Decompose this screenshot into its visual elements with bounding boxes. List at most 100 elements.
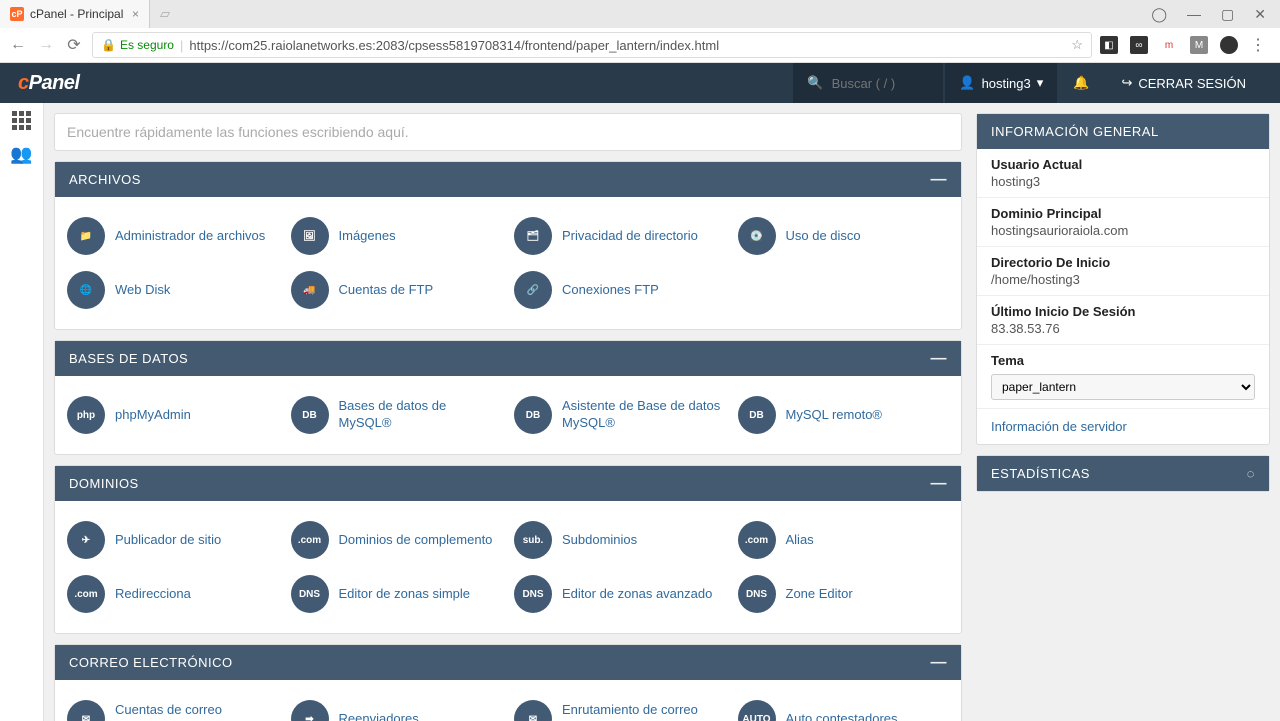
app-item-addon[interactable]: .comDominios de complemento xyxy=(285,513,509,567)
close-icon[interactable]: × xyxy=(132,7,139,21)
general-info-header: INFORMACIÓN GENERAL xyxy=(977,114,1269,149)
logout-label: CERRAR SESIÓN xyxy=(1138,76,1246,91)
app-item-emailacc[interactable]: ✉ Cuentas de correo electrónico xyxy=(61,692,285,721)
profile-icon[interactable]: ◯ xyxy=(1151,6,1167,23)
app-item-dnsadv[interactable]: DNSEditor de zonas avanzado xyxy=(508,567,732,621)
app-item-diskusage[interactable]: 💽Uso de disco xyxy=(732,209,956,263)
url-text: https://com25.raiolanetworks.es:2083/cps… xyxy=(189,38,719,53)
app-item-forwarders[interactable]: ➡Reenviadores xyxy=(285,692,509,721)
header-search-input[interactable] xyxy=(832,76,932,91)
app-item-images[interactable]: 🖼Imágenes xyxy=(285,209,509,263)
chrome-menu-icon[interactable]: ⋮ xyxy=(1250,35,1266,55)
close-window-icon[interactable]: ✕ xyxy=(1254,6,1266,23)
app-item-alias[interactable]: .comAlias xyxy=(732,513,956,567)
ext-icon-4[interactable]: M xyxy=(1190,36,1208,54)
forward-icon[interactable]: → xyxy=(36,36,56,54)
chevron-down-icon: ▾ xyxy=(1037,75,1044,91)
user-menu[interactable]: 👤 hosting3 ▾ xyxy=(945,63,1057,103)
app-item-zoneeditor[interactable]: DNSZone Editor xyxy=(732,567,956,621)
address-bar: ← → ⟳ 🔒 Es seguro | https://com25.raiola… xyxy=(0,28,1280,62)
main-column: Encuentre rápidamente las funciones escr… xyxy=(54,113,962,711)
quick-find-input[interactable]: Encuentre rápidamente las funciones escr… xyxy=(54,113,962,151)
app-item-label: MySQL remoto® xyxy=(786,407,883,424)
app-item-label: Web Disk xyxy=(115,282,170,299)
autoresp-icon: AUTO xyxy=(738,700,776,721)
browser-tab[interactable]: cP cPanel - Principal × xyxy=(0,0,150,28)
section-body: phpphpMyAdminDBBases de datos de MySQL®D… xyxy=(55,376,961,454)
stats-header[interactable]: ESTADÍSTICAS ◌ xyxy=(977,456,1269,491)
app-item-label: Enrutamiento de correo electrónico xyxy=(562,702,726,721)
app-item-filemanager[interactable]: 📁Administrador de archivos xyxy=(61,209,285,263)
info-row: Directorio De Inicio/home/hosting3 xyxy=(977,247,1269,296)
app-item-label: Editor de zonas avanzado xyxy=(562,586,712,603)
username-label: hosting3 xyxy=(982,76,1031,91)
star-icon[interactable]: ☆ xyxy=(1071,37,1083,53)
app-item-label: Editor de zonas simple xyxy=(339,586,471,603)
app-item-dirprivacy[interactable]: 🗂Privacidad de directorio xyxy=(508,209,732,263)
section-body: ✉ Cuentas de correo electrónico ➡Reenviado… xyxy=(55,680,961,721)
secure-lock-icon: 🔒 Es seguro xyxy=(101,38,174,52)
logout-button[interactable]: ↪ CERRAR SESIÓN xyxy=(1105,75,1262,91)
section-bases-de-datos: BASES DE DATOS— phpphpMyAdminDBBases de d… xyxy=(54,340,962,455)
notifications-icon[interactable]: 🔔 xyxy=(1057,75,1105,91)
app-item-label: Reenviadores xyxy=(339,711,419,721)
app-item-redirect[interactable]: .comRedirecciona xyxy=(61,567,285,621)
user-icon: 👤 xyxy=(959,75,975,91)
logout-icon: ↪ xyxy=(1121,75,1132,91)
new-tab-icon[interactable]: ▱ xyxy=(150,6,180,22)
cpanel-logo[interactable]: cPanel xyxy=(18,72,79,95)
app-item-autoresp[interactable]: AUTOAuto contestadores xyxy=(732,692,956,721)
collapse-icon[interactable]: — xyxy=(931,658,948,668)
back-icon[interactable]: ← xyxy=(8,36,28,54)
tab-title: cPanel - Principal xyxy=(30,7,123,21)
collapse-icon[interactable]: — xyxy=(931,479,948,489)
ext-icon-2[interactable]: ∞ xyxy=(1130,36,1148,54)
emailacc-icon: ✉ xyxy=(67,700,105,721)
extension-icons: ◧ ∞ m M ⋮ xyxy=(1100,35,1272,55)
reload-icon[interactable]: ⟳ xyxy=(64,35,84,55)
ext-icon-3[interactable]: m xyxy=(1160,36,1178,54)
browser-chrome: cP cPanel - Principal × ▱ ◯ — ▢ ✕ ← → ⟳ … xyxy=(0,0,1280,63)
app-item-phpmyadmin[interactable]: phpphpMyAdmin xyxy=(61,388,285,442)
app-item-label: Imágenes xyxy=(339,228,396,245)
info-row: Dominio Principalhostingsaurioraiola.com xyxy=(977,198,1269,247)
app-item-webdisk[interactable]: 🌐Web Disk xyxy=(61,263,285,317)
collapse-icon[interactable]: — xyxy=(931,175,948,185)
theme-select[interactable]: paper_lantern xyxy=(991,374,1255,400)
app-item-sitepub[interactable]: ✈Publicador de sitio xyxy=(61,513,285,567)
app-item-mysqlwiz[interactable]: DBAsistente de Base de datos MySQL® xyxy=(508,388,732,442)
section-archivos: ARCHIVOS— 📁Administrador de archivos🖼Imág… xyxy=(54,161,962,330)
app-item-subdomain[interactable]: sub.Subdominios xyxy=(508,513,732,567)
app-item-label: Alias xyxy=(786,532,814,549)
maximize-icon[interactable]: ▢ xyxy=(1221,6,1234,23)
app-item-ftpaccounts[interactable]: 🚚Cuentas de FTP xyxy=(285,263,509,317)
app-item-mysqldb[interactable]: DBBases de datos de MySQL® xyxy=(285,388,509,442)
info-value: 83.38.53.76 xyxy=(991,321,1255,336)
section-header[interactable]: BASES DE DATOS— xyxy=(55,341,961,376)
ext-icon-5[interactable] xyxy=(1220,36,1238,54)
app-item-label: Uso de disco xyxy=(786,228,861,245)
section-header[interactable]: DOMINIOS— xyxy=(55,466,961,501)
ftpaccounts-icon: 🚚 xyxy=(291,271,329,309)
theme-row: Tema paper_lantern xyxy=(977,345,1269,409)
server-info-link[interactable]: Información de servidor xyxy=(977,409,1269,444)
app-item-mysqlremote[interactable]: DBMySQL remoto® xyxy=(732,388,956,442)
ext-icon-1[interactable]: ◧ xyxy=(1100,36,1118,54)
app-item-label: Publicador de sitio xyxy=(115,532,221,549)
app-body: 👥 Encuentre rápidamente las funciones es… xyxy=(0,103,1280,721)
header-search[interactable]: 🔍 xyxy=(793,63,943,103)
grid-icon[interactable] xyxy=(12,111,31,130)
url-input[interactable]: 🔒 Es seguro | https://com25.raiolanetwor… xyxy=(92,32,1092,58)
app-item-routing[interactable]: ✉ Enrutamiento de correo electrónico xyxy=(508,692,732,721)
section-header[interactable]: CORREO ELECTRÓNICO— xyxy=(55,645,961,680)
collapse-icon[interactable]: — xyxy=(931,354,948,364)
minimize-icon[interactable]: — xyxy=(1187,6,1201,23)
mysqlwiz-icon: DB xyxy=(514,396,552,434)
section-header[interactable]: ARCHIVOS— xyxy=(55,162,961,197)
app-item-ftpconn[interactable]: 🔗Conexiones FTP xyxy=(508,263,732,317)
app-item-dnssimple[interactable]: DNSEditor de zonas simple xyxy=(285,567,509,621)
routing-icon: ✉ xyxy=(514,700,552,721)
app-item-label: Cuentas de correo electrónico xyxy=(115,702,279,721)
info-value: hostingsaurioraiola.com xyxy=(991,223,1255,238)
people-icon[interactable]: 👥 xyxy=(10,144,32,165)
